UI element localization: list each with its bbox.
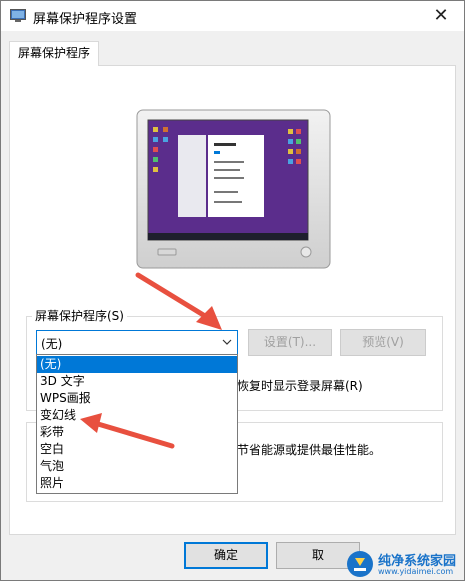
- screensaver-dropdown-list: (无) 3D 文字 WPS画报 变幻线 彩带 空白 气泡 照片: [36, 354, 238, 494]
- screensaver-select[interactable]: (无): [36, 330, 238, 355]
- dropdown-option[interactable]: 变幻线: [37, 407, 237, 424]
- power-management-text: 节省能源或提供最佳性能。: [237, 443, 382, 457]
- tab-screensaver[interactable]: 屏幕保护程序: [9, 41, 99, 66]
- dropdown-option[interactable]: 彩带: [37, 424, 237, 441]
- close-button[interactable]: ✕: [418, 1, 464, 31]
- ok-button[interactable]: 确定: [184, 542, 268, 569]
- window-title: 屏幕保护程序设置: [33, 12, 138, 27]
- display-settings-icon: [10, 9, 26, 22]
- dropdown-option[interactable]: 空白: [37, 441, 237, 458]
- dropdown-option[interactable]: 3D 文字: [37, 373, 237, 390]
- dropdown-option[interactable]: (无): [37, 356, 237, 373]
- dropdown-option[interactable]: 气泡: [37, 458, 237, 475]
- screensaver-settings-dialog: 屏幕保护程序设置 ✕ 屏幕保护程序 屏幕保护程序(S) (无) 设置(T)...…: [0, 0, 465, 581]
- watermark-logo-icon: [347, 551, 373, 577]
- watermark-url: www.yidaimei.com: [378, 567, 454, 576]
- settings-button[interactable]: 设置(T)...: [248, 329, 332, 356]
- chevron-down-icon: [222, 339, 232, 345]
- screensaver-select-value: (无): [41, 337, 63, 351]
- monitor-preview: [136, 109, 331, 269]
- title-bar: 屏幕保护程序设置 ✕: [1, 1, 464, 31]
- preview-button[interactable]: 预览(V): [340, 329, 426, 356]
- dropdown-option[interactable]: 照片: [37, 475, 237, 492]
- site-watermark: 纯净系统家园 www.yidaimei.com: [340, 548, 465, 581]
- dropdown-option[interactable]: WPS画报: [37, 390, 237, 407]
- screensaver-group-label: 屏幕保护程序(S): [32, 307, 127, 324]
- resume-login-checkbox-label[interactable]: 恢复时显示登录屏幕(R): [237, 377, 363, 394]
